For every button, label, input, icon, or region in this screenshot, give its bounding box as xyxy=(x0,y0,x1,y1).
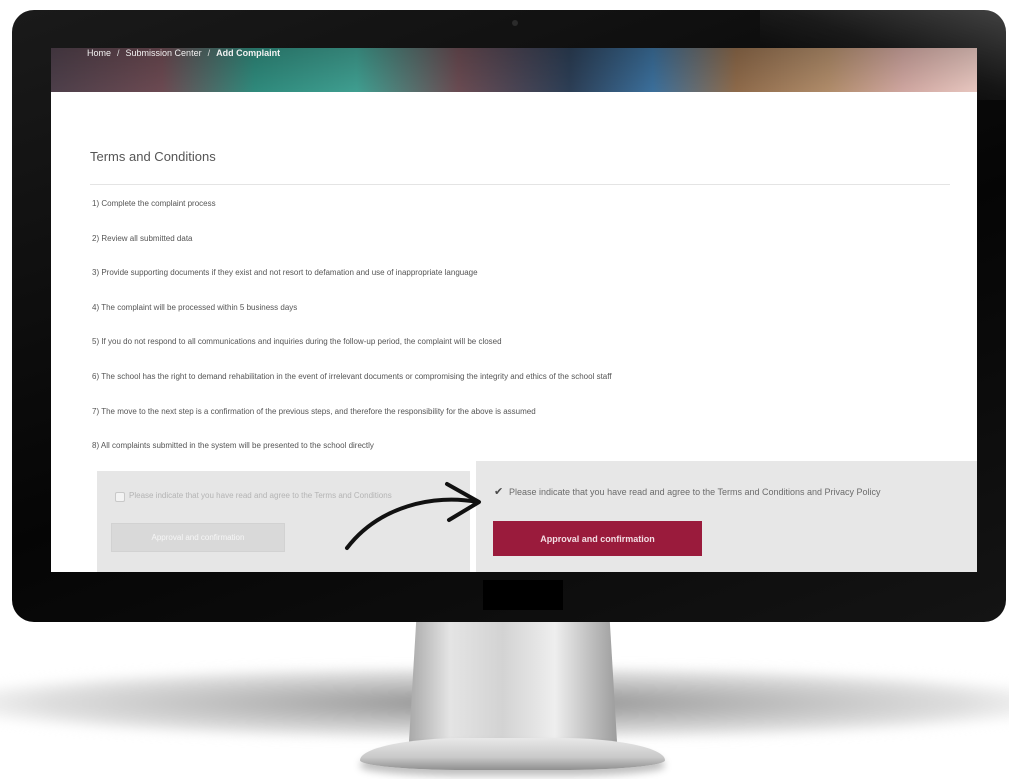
agree-checkbox-checked[interactable]: ✔ xyxy=(494,487,504,498)
pointer-arrow-icon xyxy=(345,482,481,550)
divider xyxy=(90,184,950,185)
monitor-screen: Home / Submission Center / Add Complaint… xyxy=(51,48,977,572)
breadcrumb-separator: / xyxy=(207,48,211,58)
terms-item: 4) The complaint will be processed withi… xyxy=(92,302,298,312)
camera-icon xyxy=(512,20,518,26)
terms-item: 6) The school has the right to demand re… xyxy=(92,371,612,381)
agree-checkbox-unchecked[interactable] xyxy=(115,492,125,502)
approve-button[interactable]: Approval and confirmation xyxy=(493,521,702,556)
terms-item: 7) The move to the next step is a confir… xyxy=(92,406,536,416)
terms-item: 1) Complete the complaint process xyxy=(92,199,216,208)
monitor-stand-base xyxy=(360,738,665,770)
terms-list: 1) Complete the complaint process 2) Rev… xyxy=(92,199,972,476)
terms-item: 5) If you do not respond to all communic… xyxy=(92,337,502,347)
terms-item: 2) Review all submitted data xyxy=(92,233,193,243)
breadcrumb-separator: / xyxy=(117,48,120,58)
approve-button-disabled: Approval and confirmation xyxy=(111,523,285,552)
breadcrumb-submission-center[interactable]: Submission Center xyxy=(126,48,202,58)
monitor-logo-block xyxy=(483,580,563,610)
terms-item: 3) Provide supporting documents if they … xyxy=(92,268,478,278)
monitor-stand xyxy=(408,618,618,758)
breadcrumb-current: Add Complaint xyxy=(216,48,281,58)
agree-checkbox-label: Please indicate that you have read and a… xyxy=(509,487,881,497)
agreement-panel-after: ✔ Please indicate that you have read and… xyxy=(476,461,977,572)
breadcrumb: Home / Submission Center / Add Complaint xyxy=(87,48,280,58)
section-title: Terms and Conditions xyxy=(90,149,216,164)
breadcrumb-home[interactable]: Home xyxy=(87,48,111,58)
